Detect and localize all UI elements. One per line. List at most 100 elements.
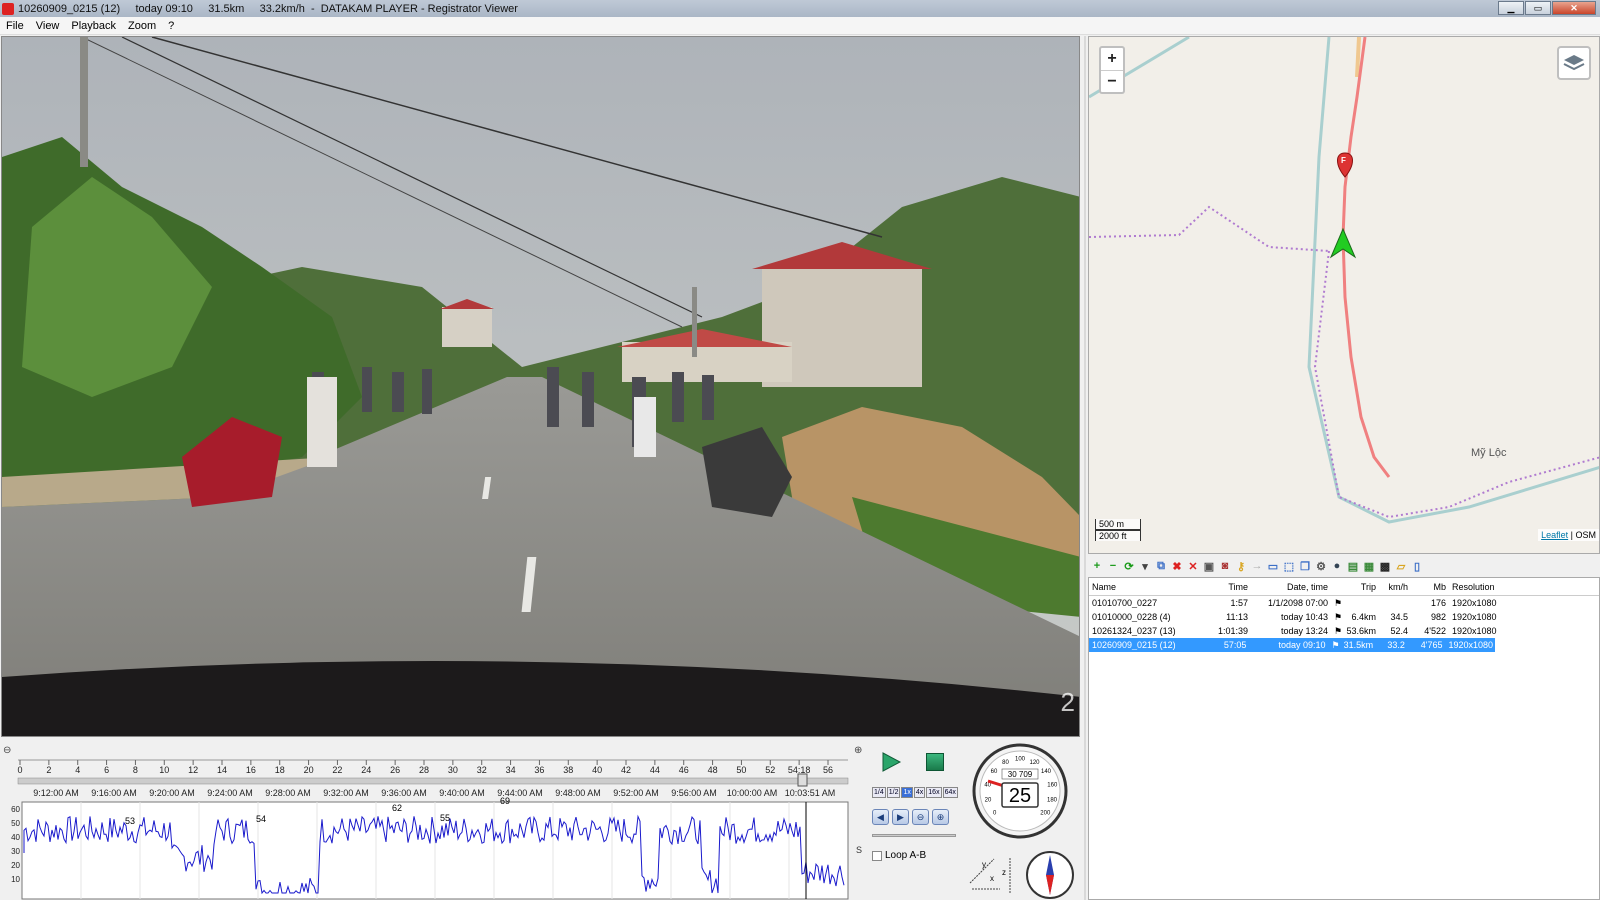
cell-name: 10260909_0215 (12) bbox=[1092, 640, 1176, 650]
zoom-in-icon[interactable]: ⊕ bbox=[932, 809, 949, 825]
loop-label: Loop A-B bbox=[885, 850, 927, 861]
loop-ab[interactable]: Loop A-B bbox=[872, 850, 926, 861]
speed-64x-button[interactable]: 64x bbox=[942, 787, 958, 798]
cell-time: 1:01:39 bbox=[1217, 626, 1248, 636]
axis-x-label: x bbox=[990, 874, 994, 883]
save-icon[interactable]: ▣ bbox=[1202, 559, 1216, 573]
col-res[interactable]: Resolution bbox=[1449, 582, 1499, 592]
menu-zoom[interactable]: Zoom bbox=[122, 20, 162, 32]
zoom-in-button[interactable]: + bbox=[1101, 48, 1123, 70]
speedometer: 020406080100120140160180200 30 709 25 bbox=[972, 743, 1068, 839]
y-tick-label: 50 bbox=[11, 819, 20, 828]
remove-icon[interactable]: − bbox=[1106, 559, 1120, 573]
frame-icon[interactable]: ▭ bbox=[1266, 559, 1280, 573]
table-row[interactable]: 10260909_0215 (12) 57:05 today 09:10 ⚑ 31.5k… bbox=[1089, 638, 1495, 652]
clock-tick-label: 9:24:00 AM bbox=[207, 788, 253, 798]
stop-icon[interactable] bbox=[926, 753, 944, 771]
speed-1x-button[interactable]: 1x bbox=[901, 787, 913, 798]
export-icon[interactable]: ◙ bbox=[1218, 559, 1232, 573]
cell-name: 10261324_0237 (13) bbox=[1092, 626, 1176, 636]
dropdown-icon[interactable]: ▾ bbox=[1138, 559, 1152, 573]
clock-tick-label: 9:20:00 AM bbox=[149, 788, 195, 798]
col-mb[interactable]: Mb bbox=[1411, 582, 1449, 592]
cell-mb: 4'765 bbox=[1420, 640, 1443, 650]
copy-icon[interactable]: ⧉ bbox=[1154, 559, 1168, 573]
speed-4x-button[interactable]: 4x bbox=[913, 787, 926, 798]
minute-tick-label: 6 bbox=[104, 765, 109, 775]
table-row[interactable]: 01010000_0228 (4) 11:13 today 10:43 ⚑ 6.4km 3… bbox=[1089, 610, 1599, 624]
col-name[interactable]: Name bbox=[1089, 582, 1209, 592]
table-row[interactable]: 01010700_0227 1:57 1/1/2098 07:00 ⚑ 176 1920x… bbox=[1089, 596, 1599, 610]
video-frame[interactable]: 2 bbox=[1, 36, 1080, 737]
play-icon[interactable] bbox=[880, 751, 902, 773]
timeline-chart[interactable]: ⊖ ⊕0 2 4 6 8 10 12 14 16 18 20 22 24 26 28 30 32 34 36 38 40 4… bbox=[0, 743, 870, 900]
clock-tick-label: 9:52:00 AM bbox=[613, 788, 659, 798]
cell-mb: 982 bbox=[1430, 612, 1446, 622]
timeline-panel[interactable]: ⊖ ⊕ 0 2 4 6 8 10 12 14 16 18 20 22 24 26 28 30 32 34 36 38 40 4… bbox=[0, 743, 870, 900]
arrow-icon[interactable]: → bbox=[1250, 559, 1264, 573]
loop-checkbox[interactable] bbox=[872, 850, 882, 861]
delete-all-icon[interactable]: ✕ bbox=[1186, 559, 1200, 573]
col-date[interactable]: Date, time bbox=[1251, 582, 1331, 592]
document-icon[interactable]: ▯ bbox=[1410, 559, 1424, 573]
tools-icon[interactable]: ⚙ bbox=[1314, 559, 1328, 573]
minute-tick-label: 56 bbox=[823, 765, 833, 775]
dial-label: 100 bbox=[1015, 757, 1026, 763]
cell-date: 1/1/2098 07:00 bbox=[1267, 598, 1328, 608]
cell-trip: 6.4km bbox=[1351, 612, 1376, 622]
menu-playback[interactable]: Playback bbox=[65, 20, 122, 32]
crop-icon[interactable]: ⬚ bbox=[1282, 559, 1296, 573]
map-canvas[interactable] bbox=[1089, 37, 1600, 554]
minimize-icon[interactable]: ▁ bbox=[1498, 1, 1524, 15]
cell-kmh: 52.4 bbox=[1390, 626, 1408, 636]
zoom-out-icon[interactable]: ⊖ bbox=[912, 809, 929, 825]
volume-slider[interactable] bbox=[872, 834, 956, 837]
speed-quarter-button[interactable]: 1/4 bbox=[872, 787, 886, 798]
file-list: Name Time Date, time Trip km/h Mb Resolu… bbox=[1088, 577, 1600, 900]
place-label: Mỹ Lộc bbox=[1471, 447, 1507, 459]
peak-label: 62 bbox=[392, 803, 402, 813]
zoom-out-button[interactable]: − bbox=[1101, 70, 1123, 92]
leaflet-link[interactable]: Leaflet bbox=[1541, 530, 1568, 540]
flag-icon: ⚑ bbox=[1334, 597, 1343, 608]
col-trip[interactable]: Trip bbox=[1343, 582, 1379, 592]
maximize-icon[interactable]: ▭ bbox=[1525, 1, 1551, 15]
col-time[interactable]: Time bbox=[1209, 582, 1251, 592]
minute-tick-label: 10 bbox=[159, 765, 169, 775]
menu-file[interactable]: File bbox=[0, 20, 30, 32]
col-kmh[interactable]: km/h bbox=[1379, 582, 1411, 592]
folder-icon[interactable]: ▱ bbox=[1394, 559, 1408, 573]
odometer-value: 30 709 bbox=[1008, 770, 1033, 779]
panel-divider[interactable] bbox=[1084, 36, 1086, 900]
image-icon[interactable]: ▦ bbox=[1362, 559, 1376, 573]
add-icon[interactable]: + bbox=[1090, 559, 1104, 573]
windows-icon[interactable]: ❐ bbox=[1298, 559, 1312, 573]
flag-icon: ⚑ bbox=[1334, 611, 1343, 622]
clock-tick-label: 10:00:00 AM bbox=[727, 788, 778, 798]
next-icon[interactable]: ▶ bbox=[892, 809, 909, 825]
title-file: 10260909_0215 (12) bbox=[18, 2, 121, 15]
dial-label: 140 bbox=[1041, 769, 1052, 775]
globe-icon[interactable]: ● bbox=[1330, 559, 1344, 573]
layers-button[interactable] bbox=[1557, 46, 1591, 80]
title-speed: 33.2km/h bbox=[259, 2, 305, 15]
cell-kmh: 33.2 bbox=[1387, 640, 1405, 650]
delete-icon[interactable]: ✖ bbox=[1170, 559, 1184, 573]
dial-label: 60 bbox=[991, 769, 998, 775]
speed-16x-button[interactable]: 16x bbox=[926, 787, 942, 798]
table-row[interactable]: 10261324_0237 (13) 1:01:39 today 13:24 ⚑ 53.… bbox=[1089, 624, 1599, 638]
chart-icon[interactable]: ▤ bbox=[1346, 559, 1360, 573]
menu-help[interactable]: ? bbox=[162, 20, 180, 32]
video-scene bbox=[2, 37, 1079, 736]
axis-unit-label: S bbox=[856, 845, 862, 855]
map-panel[interactable]: F + − Mỹ Lộc 500 m 2000 ft Leaflet | OSM bbox=[1088, 36, 1600, 554]
menu-view[interactable]: View bbox=[30, 20, 66, 32]
speed-half-button[interactable]: 1/2 bbox=[886, 787, 901, 798]
refresh-icon[interactable]: ⟳ bbox=[1122, 559, 1136, 573]
timeline-thumb bbox=[797, 773, 808, 787]
close-icon[interactable]: ✕ bbox=[1552, 1, 1596, 15]
cell-date: today 13:24 bbox=[1280, 626, 1328, 636]
key-icon[interactable]: ⚷ bbox=[1234, 559, 1248, 573]
prev-icon[interactable]: ◀ bbox=[872, 809, 889, 825]
film-icon[interactable]: ▩ bbox=[1378, 559, 1392, 573]
